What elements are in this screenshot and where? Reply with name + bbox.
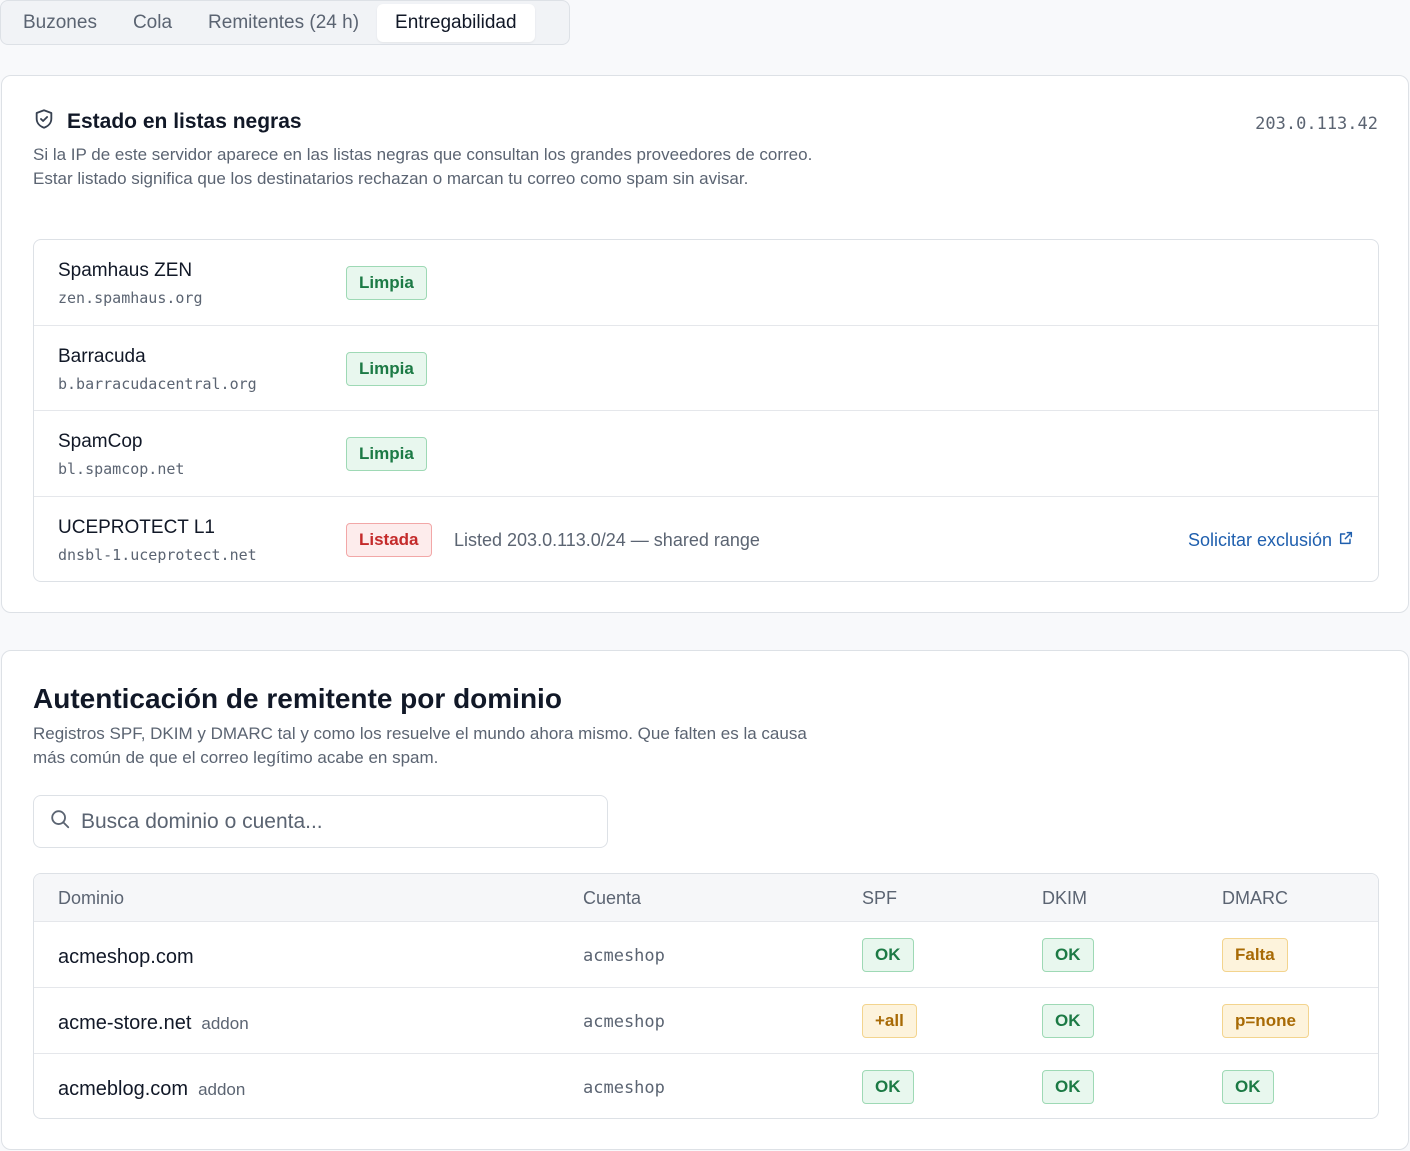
- tab-cola[interactable]: Cola: [115, 4, 190, 42]
- blacklist-host: b.barracudacentral.org: [58, 374, 257, 393]
- domain-name: acme-store.net: [58, 1012, 192, 1034]
- column-header-account: Cuenta: [583, 888, 642, 908]
- sender-auth-card: Autenticación de remitente por dominio R…: [1, 650, 1409, 1150]
- account-cell: acmeshop: [583, 1012, 665, 1032]
- column-header-domain: Dominio: [58, 888, 125, 908]
- blacklist-host: bl.spamcop.net: [58, 460, 185, 478]
- domain-cell: acme-store.net addon: [58, 1012, 249, 1035]
- list-item: UCEPROTECT L1 dnsbl-1.uceprotect.net Lis…: [34, 497, 1378, 582]
- blacklist-card: Estado en listas negras 203.0.113.42 Si …: [1, 75, 1409, 613]
- column-header-dkim: DKIM: [1042, 888, 1087, 908]
- addon-tag: addon: [201, 1014, 249, 1033]
- status-badge: Limpia: [346, 437, 427, 471]
- request-delisting-label: Solicitar exclusión: [1187, 529, 1332, 550]
- domain-cell: acmeblog.com addon: [58, 1078, 245, 1101]
- tab-bar: Buzones Cola Remitentes (24 h) Entregabi…: [0, 0, 570, 45]
- tab-remitentes[interactable]: Remitentes (24 h): [190, 4, 377, 42]
- domain-auth-table: Dominio Cuenta SPF DKIM DMARC acmeshop.c…: [33, 873, 1379, 1119]
- blacklist-name: Barracuda: [58, 345, 146, 367]
- blacklist-name: SpamCop: [58, 431, 143, 452]
- column-header-dmarc: DMARC: [1222, 888, 1288, 908]
- request-delisting-link[interactable]: Solicitar exclusión: [1188, 530, 1354, 551]
- status-badge: Listada: [346, 522, 432, 557]
- list-item: Spamhaus ZEN zen.spamhaus.org Limpia: [34, 240, 1378, 326]
- table-row[interactable]: acmeblog.com addon acmeshop OK OK OK: [34, 1054, 1378, 1118]
- search-icon: [49, 808, 71, 835]
- search-input[interactable]: [81, 809, 561, 834]
- addon-tag: addon: [198, 1080, 246, 1099]
- dmarc-badge: p=none: [1222, 1004, 1309, 1038]
- dmarc-badge: OK: [1222, 1070, 1274, 1104]
- domain-name: acmeblog.com: [58, 1078, 189, 1100]
- dkim-badge: OK: [1042, 938, 1094, 972]
- spf-badge: OK: [862, 1070, 914, 1104]
- server-ip: 203.0.113.42: [1255, 114, 1378, 134]
- sender-auth-title: Autenticación de remitente por dominio: [33, 683, 562, 714]
- column-header-spf: SPF: [862, 888, 898, 908]
- external-link-icon: [1338, 530, 1354, 551]
- status-badge: Limpia: [346, 351, 427, 386]
- dmarc-badge: Falta: [1222, 938, 1288, 972]
- account-cell: acmeshop: [583, 1078, 665, 1098]
- table-row[interactable]: acme-store.net addon acmeshop +all OK p=n…: [34, 988, 1378, 1054]
- blacklist-name: UCEPROTECT L1: [58, 516, 215, 538]
- tab-entregabilidad[interactable]: Entregabilidad: [377, 3, 535, 42]
- list-item: Barracuda b.barracudacentral.org Limpia: [34, 326, 1378, 411]
- list-item: SpamCop bl.spamcop.net Limpia: [34, 411, 1378, 497]
- domain-cell: acmeshop.com: [58, 946, 194, 969]
- blacklist-name: Spamhaus ZEN: [58, 260, 193, 281]
- blacklist-list: Spamhaus ZEN zen.spamhaus.org Limpia Bar…: [33, 239, 1379, 582]
- status-badge: Limpia: [346, 266, 427, 300]
- listing-note: Listed 203.0.113.0/24 — shared range: [454, 529, 760, 550]
- tab-buzones[interactable]: Buzones: [5, 4, 115, 42]
- spf-badge: OK: [862, 938, 914, 972]
- blacklist-host: zen.spamhaus.org: [58, 289, 203, 307]
- spf-badge: +all: [862, 1004, 917, 1038]
- dkim-badge: OK: [1042, 1004, 1094, 1038]
- account-cell: acmeshop: [583, 946, 665, 966]
- domain-search: [33, 795, 608, 848]
- table-header: Dominio Cuenta SPF DKIM DMARC: [34, 874, 1378, 922]
- domain-name: acmeshop.com: [58, 946, 194, 968]
- blacklist-description: Si la IP de este servidor aparece en las…: [33, 145, 813, 188]
- dkim-badge: OK: [1042, 1070, 1094, 1104]
- sender-auth-description: Registros SPF, DKIM y DMARC tal y como l…: [33, 724, 807, 767]
- shield-check-icon: [33, 108, 55, 135]
- blacklist-host: dnsbl-1.uceprotect.net: [58, 545, 257, 564]
- blacklist-title: Estado en listas negras: [67, 109, 302, 133]
- table-row[interactable]: acmeshop.com acmeshop OK OK Falta: [34, 922, 1378, 988]
- blacklist-header: Estado en listas negras: [33, 108, 302, 135]
